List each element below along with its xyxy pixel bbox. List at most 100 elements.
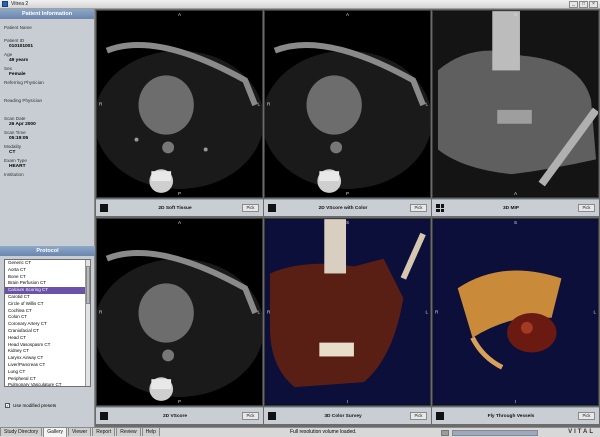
viewport-title: Fly Through Vessels bbox=[487, 413, 535, 419]
window-controls: _ □ × bbox=[569, 1, 598, 8]
orientation-left: R bbox=[267, 101, 271, 107]
scan-date-value: 26 Apr 2000 bbox=[9, 122, 36, 127]
viewport-bar: 2D Soft Tissue Pick bbox=[96, 199, 263, 216]
protocol-scroll-thumb[interactable] bbox=[86, 266, 90, 304]
window-title: Vitrea 2 bbox=[11, 1, 29, 7]
protocol-list[interactable]: Generic CT Aorta CT Bone CT Brain Perfusion… bbox=[4, 259, 91, 387]
viewport-fly-through-vessels[interactable]: S I R L bbox=[432, 218, 599, 406]
protocol-item[interactable]: Coronary Artery CT bbox=[5, 321, 90, 328]
tab-viewer[interactable]: Viewer bbox=[68, 427, 92, 436]
viewport-2d-vscore-color[interactable]: A P R L bbox=[264, 10, 431, 198]
viewport-title: 3D MIP bbox=[503, 205, 519, 211]
viewport-bar: 3D MIP Pick bbox=[432, 199, 599, 216]
pick-button[interactable]: Pick bbox=[578, 204, 595, 212]
protocol-item[interactable]: Carotid CT bbox=[5, 294, 90, 301]
protocol-scrollbar[interactable] bbox=[85, 260, 90, 386]
orientation-bottom: I bbox=[514, 399, 517, 404]
orientation-top: S bbox=[345, 220, 350, 225]
app-icon bbox=[2, 1, 8, 7]
protocol-item[interactable]: Kidney CT bbox=[5, 348, 90, 355]
single-layout-icon[interactable] bbox=[268, 412, 276, 420]
protocol-item[interactable]: Generic CT bbox=[5, 260, 90, 267]
exam-type-value: HEART bbox=[9, 164, 26, 169]
protocol-item[interactable]: Peripheral CT bbox=[5, 376, 90, 383]
protocol-header: Protocol bbox=[0, 246, 95, 256]
pick-button[interactable]: Pick bbox=[578, 412, 595, 420]
protocol-item[interactable]: Aorta CT bbox=[5, 267, 90, 274]
orientation-right: L bbox=[257, 101, 260, 107]
protocol-item[interactable]: Head CT bbox=[5, 335, 90, 342]
viewport-3d-mip[interactable]: S A bbox=[432, 10, 599, 198]
vessel-render-image bbox=[433, 219, 598, 405]
viewport-title: 2D VScore bbox=[163, 413, 187, 419]
orientation-left: R bbox=[99, 101, 103, 107]
orientation-bottom: P bbox=[177, 191, 182, 196]
modality-value: CT bbox=[9, 150, 16, 155]
load-progress-fill bbox=[453, 431, 537, 435]
pick-button[interactable]: Pick bbox=[410, 412, 427, 420]
protocol-item[interactable]: Brain Perfusion CT bbox=[5, 280, 90, 287]
protocol-item[interactable]: Bone CT bbox=[5, 274, 90, 281]
ct-slice-image bbox=[97, 42, 262, 193]
viewport-3d-color-survey[interactable]: S I R L bbox=[264, 218, 431, 406]
viewport-title: 3D Color Survey bbox=[324, 413, 362, 419]
age-value: 49 years bbox=[9, 58, 29, 63]
ct-slice-image bbox=[265, 42, 430, 193]
scan-time-value: 05:19:05 bbox=[9, 136, 29, 141]
tab-report[interactable]: Report bbox=[92, 427, 116, 436]
nav-tabs: Study Directory Gallery Viewer Report Review… bbox=[0, 427, 161, 437]
viewport-bar: 2D VScore with Color Pick bbox=[264, 199, 431, 216]
protocol-item[interactable]: Lung CT bbox=[5, 369, 90, 376]
viewport-title: 2D Soft Tissue bbox=[158, 205, 192, 211]
protocol-item[interactable]: Calcium Scoring CT bbox=[5, 287, 90, 294]
left-panel: Patient Information Patient Name Patient… bbox=[0, 9, 95, 427]
sex-label: Sex bbox=[4, 66, 12, 71]
orientation-top: A bbox=[177, 12, 182, 17]
viewport-2d-soft-tissue[interactable]: A P R L bbox=[96, 10, 263, 198]
tab-help[interactable]: Help bbox=[141, 427, 160, 436]
viewport-2d-vscore[interactable]: A P R L bbox=[96, 218, 263, 406]
minimize-button[interactable]: _ bbox=[569, 1, 578, 8]
use-modified-presets-checkbox[interactable]: ✓ bbox=[5, 403, 10, 408]
viewport-bar: 3D Color Survey Pick bbox=[264, 407, 431, 424]
protocol-item[interactable]: Colon CT bbox=[5, 314, 90, 321]
single-layout-icon[interactable] bbox=[100, 204, 108, 212]
close-button[interactable]: × bbox=[589, 1, 598, 8]
orientation-right: L bbox=[593, 309, 596, 315]
title-bar: Vitrea 2 _ □ × bbox=[0, 0, 600, 9]
single-layout-icon[interactable] bbox=[268, 204, 276, 212]
use-modified-presets[interactable]: ✓ Use modified presets bbox=[5, 403, 56, 408]
single-layout-icon[interactable] bbox=[100, 412, 108, 420]
protocol-item[interactable]: Craniofacial CT bbox=[5, 328, 90, 335]
single-layout-icon[interactable] bbox=[436, 412, 444, 420]
protocol-item[interactable]: Larynx Airway CT bbox=[5, 355, 90, 362]
scan-date-label: Scan Date bbox=[4, 116, 26, 121]
status-message: Full resolution volume loaded. bbox=[290, 429, 357, 435]
scan-time-label: Scan Time bbox=[4, 130, 26, 135]
protocol-item[interactable]: Cochlea CT bbox=[5, 308, 90, 315]
orientation-bottom: A bbox=[513, 191, 518, 196]
protocol-item[interactable]: Circle of Willis CT bbox=[5, 301, 90, 308]
quad-layout-icon[interactable] bbox=[436, 204, 444, 212]
orientation-bottom: P bbox=[345, 191, 350, 196]
protocol-item[interactable]: Pulmonary Vasculature CT bbox=[5, 382, 90, 386]
viewport-bar: Fly Through Vessels Pick bbox=[432, 407, 599, 424]
vital-logo: VITAL bbox=[568, 429, 595, 435]
tab-study-directory[interactable]: Study Directory bbox=[0, 427, 43, 436]
protocol-item[interactable]: Liver/Pancreas CT bbox=[5, 362, 90, 369]
viewport-bar: 2D VScore Pick bbox=[96, 407, 263, 424]
pick-button[interactable]: Pick bbox=[242, 412, 259, 420]
bottom-bar: Study Directory Gallery Viewer Report Review… bbox=[0, 427, 600, 437]
load-progress-bar bbox=[452, 430, 538, 436]
maximize-button[interactable]: □ bbox=[579, 1, 588, 8]
pick-button[interactable]: Pick bbox=[242, 204, 259, 212]
orientation-left: R bbox=[99, 309, 103, 315]
protocol-item[interactable]: Head Vasospasm CT bbox=[5, 342, 90, 349]
tab-review[interactable]: Review bbox=[116, 427, 141, 436]
pick-button[interactable]: Pick bbox=[410, 204, 427, 212]
tab-gallery[interactable]: Gallery bbox=[43, 427, 68, 437]
orientation-bottom: P bbox=[177, 399, 182, 404]
age-label: Age bbox=[4, 52, 13, 57]
orientation-right: L bbox=[425, 309, 428, 315]
orientation-left: R bbox=[267, 309, 271, 315]
